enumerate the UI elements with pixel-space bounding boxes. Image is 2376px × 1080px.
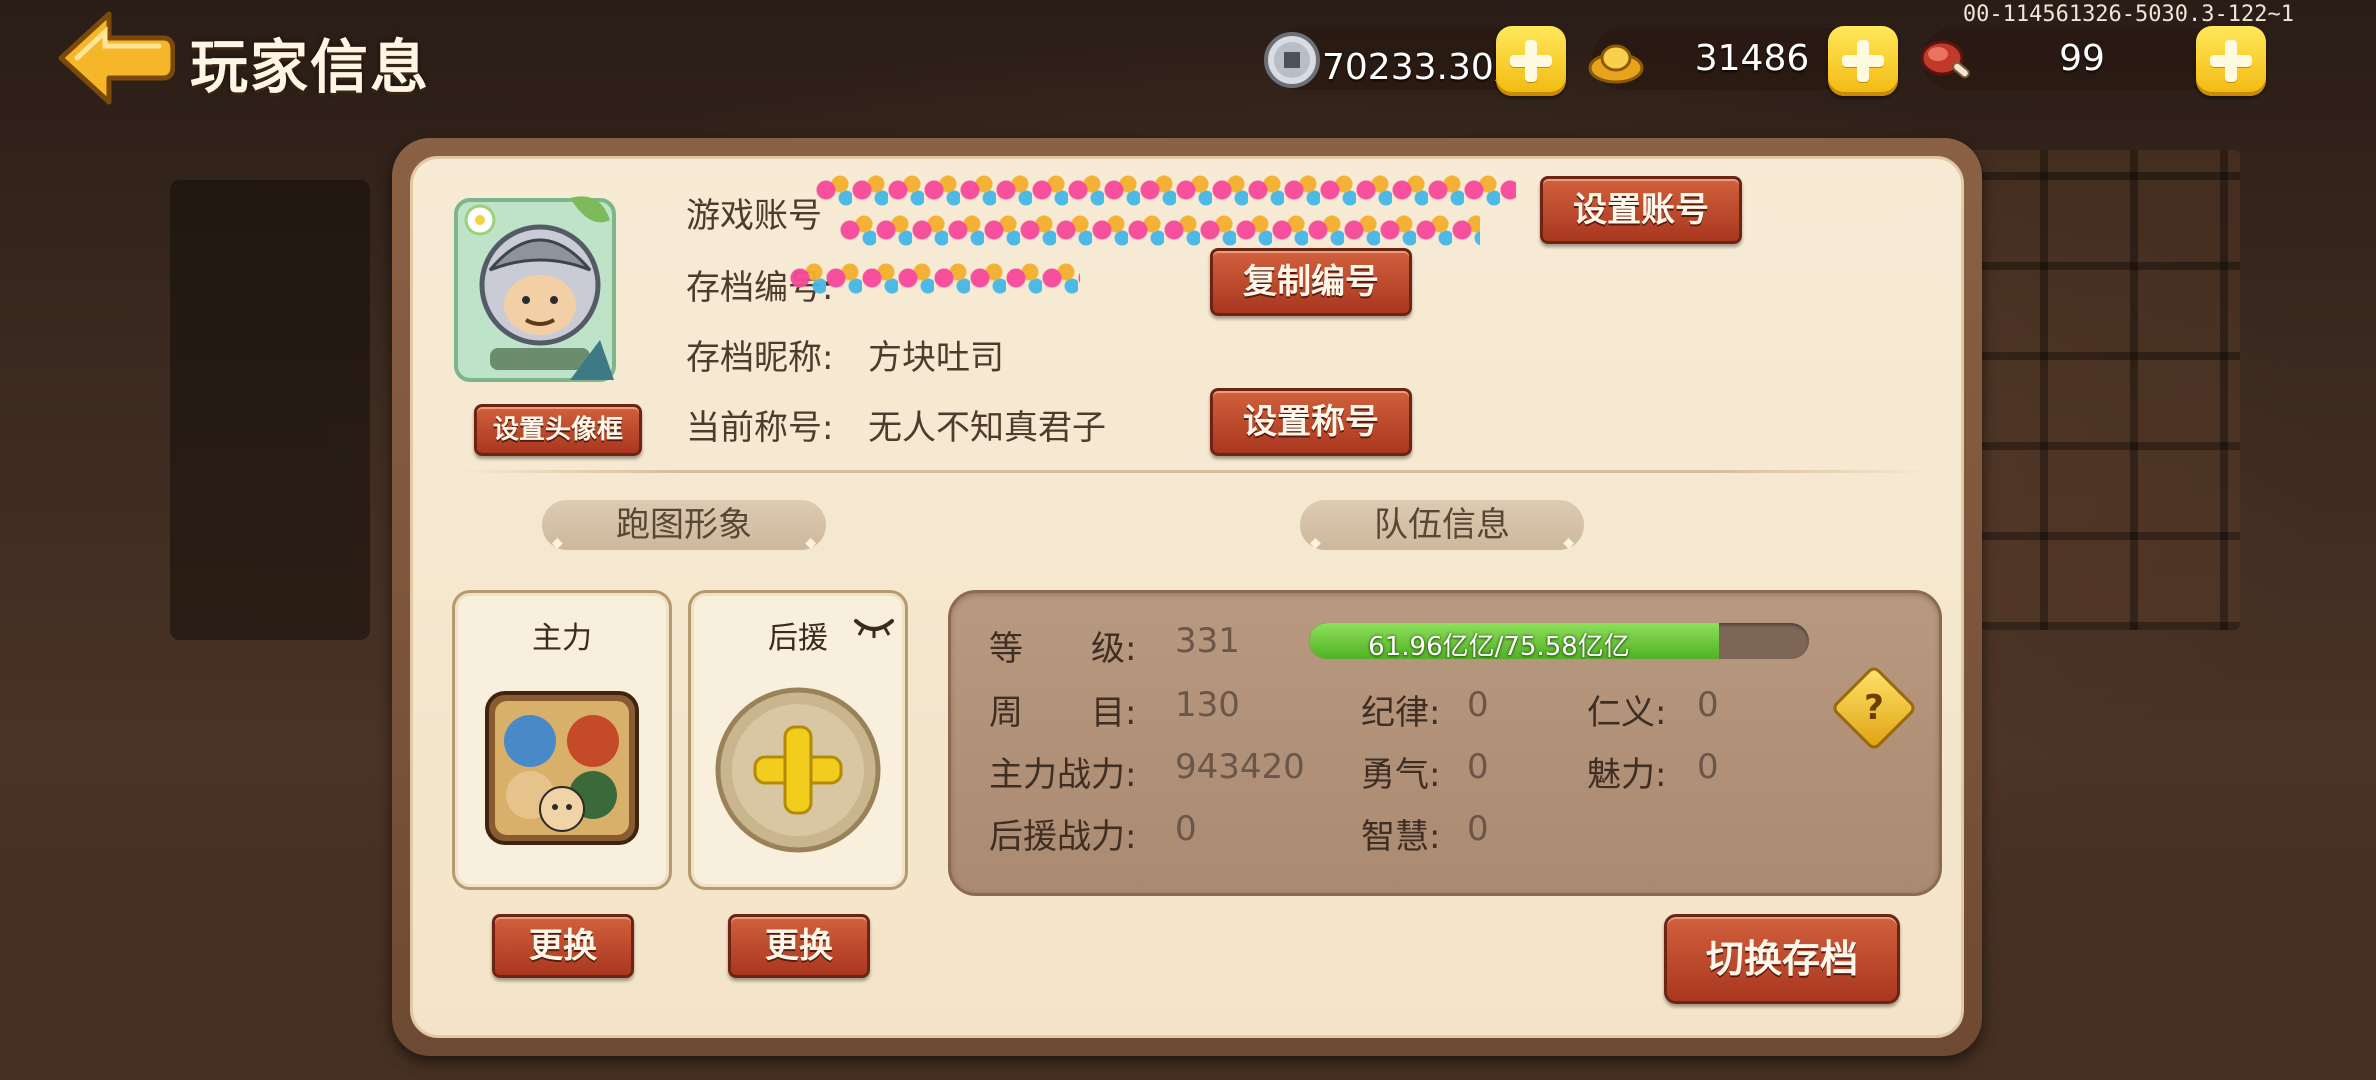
support-power-value: 0	[1175, 809, 1197, 849]
silver-coin-icon	[1262, 30, 1322, 90]
back-button[interactable]	[55, 8, 176, 108]
courage-label: 勇气:	[1361, 755, 1441, 795]
charm-label: 魅力:	[1587, 755, 1667, 795]
cycle-label: 周 目:	[989, 693, 1137, 733]
server-id: 00-114561326-5030.3-122~1	[1962, 2, 2294, 27]
copy-id-button[interactable]: 复制编号	[1210, 248, 1412, 316]
switch-save-button[interactable]: 切换存档	[1664, 914, 1900, 1004]
game-account-label: 游戏账号	[686, 196, 822, 236]
main-slot-label: 主力	[532, 621, 592, 656]
help-icon[interactable]: ?	[1830, 664, 1918, 752]
redacted-account-scribble-2	[840, 210, 1480, 246]
eye-closed-icon[interactable]	[853, 615, 895, 639]
back-arrow-icon	[58, 11, 176, 105]
team-info-section-label: 队伍信息	[1374, 505, 1510, 545]
change-support-button[interactable]: 更换	[728, 914, 870, 978]
section-divider	[460, 470, 1930, 473]
support-character-slot[interactable]: 后援	[688, 590, 908, 890]
add-food-button[interactable]	[2196, 26, 2266, 96]
food-amount: 99	[2059, 38, 2105, 79]
background-shelf	[170, 180, 370, 640]
change-main-button[interactable]: 更换	[492, 914, 634, 978]
discipline-label: 纪律:	[1361, 693, 1441, 733]
wisdom-value: 0	[1467, 809, 1489, 849]
page-title: 玩家信息	[190, 33, 431, 101]
gold-currency: 31486	[1588, 26, 1898, 96]
set-title-button[interactable]: 设置称号	[1210, 388, 1412, 456]
main-power-label: 主力战力:	[989, 755, 1137, 795]
player-avatar[interactable]	[450, 190, 620, 390]
meat-icon	[1916, 30, 1976, 90]
team-info-box: 等 级: 331 61.96亿亿/75.58亿亿 周 目: 130 纪律: 0 …	[948, 590, 1942, 896]
level-value: 331	[1175, 621, 1240, 661]
current-title-label: 当前称号:	[686, 408, 834, 448]
courage-value: 0	[1467, 747, 1489, 787]
gold-ingot-icon	[1586, 30, 1646, 90]
main-character-slot[interactable]: 主力	[452, 590, 672, 890]
add-gold-button[interactable]	[1828, 26, 1898, 96]
save-nickname-value: 方块吐司	[868, 338, 1004, 378]
charm-value: 0	[1697, 747, 1719, 787]
save-nickname-label: 存档昵称:	[686, 338, 834, 378]
silver-currency: 70233.30万	[1264, 26, 1566, 96]
food-currency: 99	[1920, 26, 2266, 96]
set-account-button[interactable]: 设置账号	[1540, 176, 1742, 244]
current-title-value: 无人不知真君子	[868, 408, 1106, 448]
redacted-account-scribble	[816, 170, 1516, 210]
wisdom-label: 智慧:	[1361, 817, 1441, 857]
benevolence-value: 0	[1697, 685, 1719, 725]
level-label: 等 级:	[989, 629, 1137, 669]
add-silver-button[interactable]	[1496, 26, 1566, 96]
set-avatar-frame-button[interactable]: 设置头像框	[474, 404, 642, 456]
main-team-portrait	[485, 691, 639, 845]
benevolence-label: 仁义:	[1587, 693, 1667, 733]
discipline-value: 0	[1467, 685, 1489, 725]
redacted-save-id-scribble	[790, 258, 1080, 294]
team-info-section-title: ◆ 队伍信息 ◆	[1300, 500, 1584, 551]
map-avatar-section-title: ◆ 跑图形象 ◆	[542, 500, 826, 551]
gold-amount: 31486	[1694, 38, 1810, 79]
background-door	[1950, 150, 2240, 630]
exp-progress-text: 61.96亿亿/75.58亿亿	[1368, 632, 1630, 659]
support-power-label: 后援战力:	[989, 817, 1137, 857]
help-mark: ?	[1864, 688, 1884, 728]
exp-progress-bar: 61.96亿亿/75.58亿亿	[1309, 623, 1809, 659]
map-avatar-section-label: 跑图形象	[616, 505, 752, 545]
main-power-value: 943420	[1175, 747, 1305, 787]
add-support-icon[interactable]	[713, 685, 883, 855]
cycle-value: 130	[1175, 685, 1240, 725]
